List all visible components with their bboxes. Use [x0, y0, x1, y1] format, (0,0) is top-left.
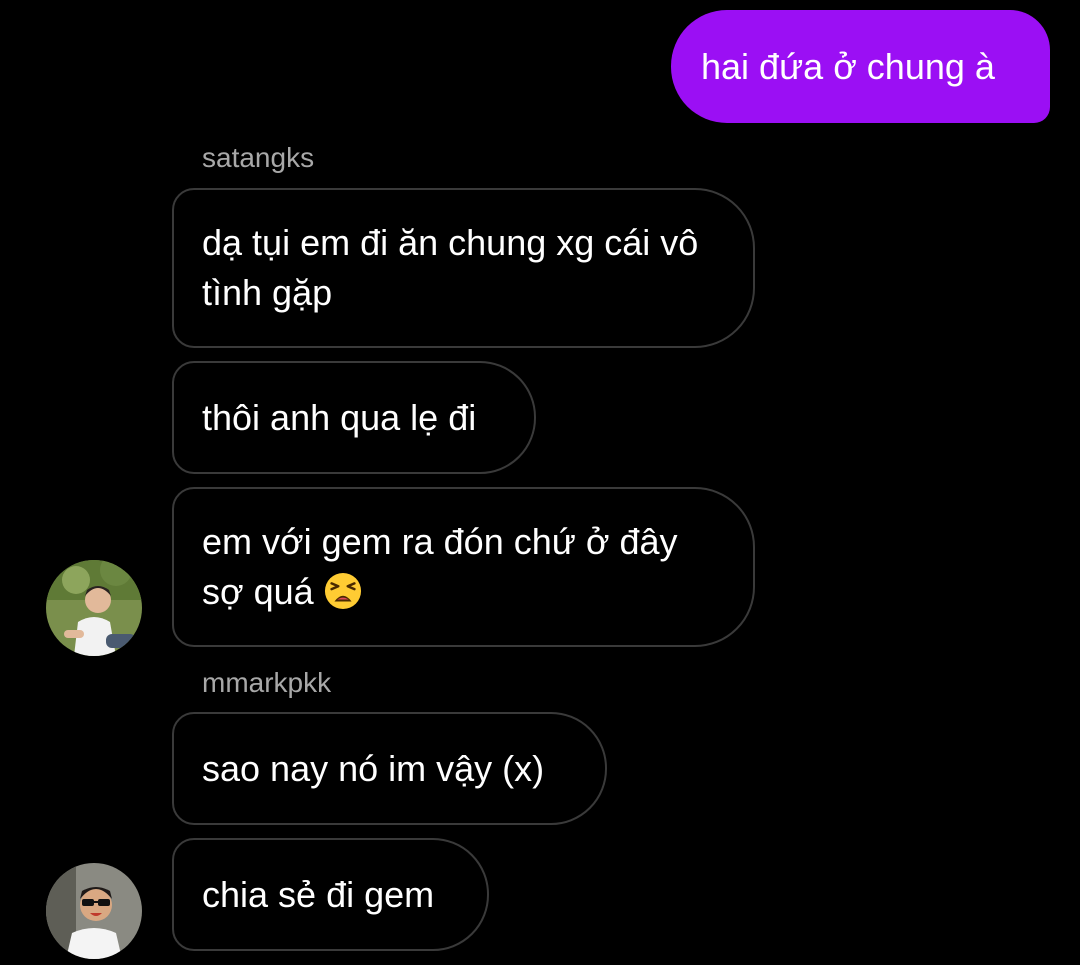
avatar[interactable] [46, 863, 142, 959]
message-text: hai đứa ở chung à [701, 45, 995, 87]
avatar-satangks-image [46, 560, 142, 656]
outgoing-message-bubble[interactable]: hai đứa ở chung à [671, 10, 1050, 123]
message-text: thôi anh qua lẹ đi [202, 396, 477, 438]
incoming-message-bubble[interactable]: chia sẻ đi gem [172, 838, 489, 951]
incoming-message-bubble[interactable]: thôi anh qua lẹ đi [172, 361, 536, 474]
incoming-message-bubble[interactable]: sao nay nó im vậy (x) [172, 712, 607, 825]
message-text: dạ tụi em đi ăn chung xg cái vô tình gặp [202, 222, 699, 313]
message-text: chia sẻ đi gem [202, 873, 435, 915]
avatar[interactable] [46, 560, 142, 656]
incoming-message-bubble[interactable]: em với gem ra đón chứ ở đây sợ quá [172, 487, 755, 647]
message-text: em với gem ra đón chứ ở đây sợ quá [202, 521, 678, 612]
sender-name: satangks [202, 142, 315, 173]
sender-name: mmarkpkk [202, 667, 332, 698]
message-text: sao nay nó im vậy (x) [202, 747, 545, 789]
message-text-wrap: em với gem ra đón chứ ở đây sợ quá [202, 517, 725, 617]
tired-face-emoji-icon [324, 572, 361, 610]
avatar-mmarkpkk-image [46, 863, 142, 959]
incoming-message-bubble[interactable]: dạ tụi em đi ăn chung xg cái vô tình gặp [172, 188, 755, 348]
